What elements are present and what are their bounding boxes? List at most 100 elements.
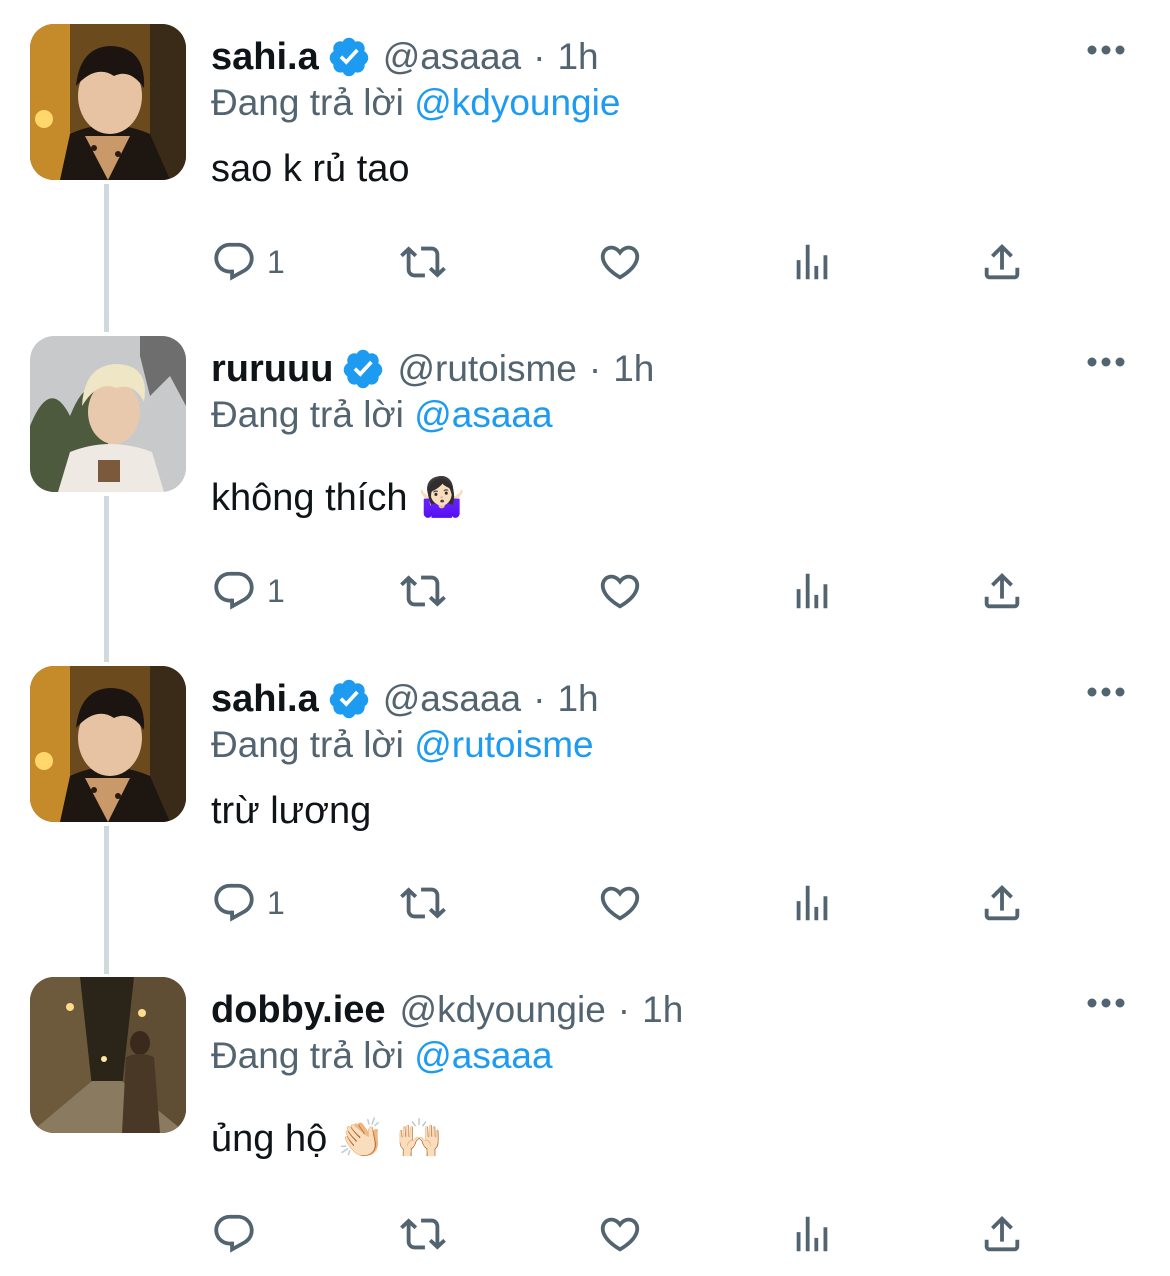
share-icon xyxy=(984,243,1020,280)
share-button[interactable] xyxy=(979,237,1025,287)
replying-to-label: Đang trả lời xyxy=(211,82,404,123)
action-bar: 1 xyxy=(211,878,1051,928)
timestamp[interactable]: 1h xyxy=(613,348,654,390)
views-button[interactable] xyxy=(789,1209,835,1259)
tweet-header: sahi.a @asaaa · 1h xyxy=(211,674,599,724)
verified-badge-icon xyxy=(327,35,371,79)
mention-link[interactable]: @asaaa xyxy=(414,1035,552,1076)
verified-badge-icon xyxy=(327,677,371,721)
heart-icon xyxy=(600,1217,640,1252)
heart-icon xyxy=(600,574,640,609)
share-button[interactable] xyxy=(979,1209,1025,1259)
views-button[interactable] xyxy=(789,237,835,287)
avatar[interactable] xyxy=(30,24,186,180)
share-icon xyxy=(984,1215,1020,1252)
tweet-text: không thích 🤷🏻‍♀️ xyxy=(211,477,466,519)
reply-icon xyxy=(214,242,254,281)
reply-button[interactable] xyxy=(211,1209,267,1259)
separator-dot: · xyxy=(533,678,546,719)
reply-button[interactable]: 1 xyxy=(211,878,285,928)
thread-line-3 xyxy=(104,826,109,974)
analytics-icon xyxy=(796,244,828,280)
thread-line-1 xyxy=(104,184,109,332)
reply-button[interactable]: 1 xyxy=(211,566,285,616)
heart-icon xyxy=(600,245,640,280)
retweet-button[interactable] xyxy=(400,237,446,287)
like-button[interactable] xyxy=(597,878,643,928)
analytics-icon xyxy=(796,573,828,609)
reply-count: 1 xyxy=(267,243,285,280)
more-icon[interactable] xyxy=(1086,42,1126,58)
tweet-text: ủng hộ 👏🏻 🙌🏻 xyxy=(211,1118,443,1160)
retweet-button[interactable] xyxy=(400,566,446,616)
replying-to: Đang trả lời @rutoisme xyxy=(211,724,594,766)
retweet-button[interactable] xyxy=(400,1209,446,1259)
handle[interactable]: @rutoisme xyxy=(397,348,576,390)
reply-icon xyxy=(214,883,254,922)
avatar[interactable] xyxy=(30,977,186,1133)
avatar[interactable] xyxy=(30,336,186,492)
thread-line-2 xyxy=(104,496,109,662)
mention-link[interactable]: @rutoisme xyxy=(414,724,593,765)
reply-icon xyxy=(214,1214,254,1253)
reply-button[interactable]: 1 xyxy=(211,237,285,287)
analytics-icon xyxy=(796,1216,828,1252)
mention-link[interactable]: @asaaa xyxy=(414,394,552,435)
verified-badge-icon xyxy=(341,347,385,391)
more-icon[interactable] xyxy=(1086,684,1126,700)
timestamp[interactable]: 1h xyxy=(557,678,598,720)
avatar-photo-boy-leopard-shirt xyxy=(30,666,186,822)
action-bar xyxy=(211,1209,1051,1259)
reply-icon xyxy=(214,571,254,610)
views-button[interactable] xyxy=(789,878,835,928)
display-name[interactable]: dobby.iee xyxy=(211,989,386,1032)
display-name[interactable]: ruruuu xyxy=(211,348,333,391)
action-bar: 1 xyxy=(211,237,1051,287)
like-button[interactable] xyxy=(597,1209,643,1259)
replying-to-label: Đang trả lời xyxy=(211,1035,404,1076)
tweet-text: sao k rủ tao xyxy=(211,148,410,190)
separator-dot: · xyxy=(588,348,602,389)
avatar-photo-boy-leopard-shirt xyxy=(30,24,186,180)
tweet-header: sahi.a @asaaa · 1h xyxy=(211,32,599,82)
separator-dot: · xyxy=(617,989,631,1030)
avatar-photo-blonde-white-shirt xyxy=(30,336,186,492)
replying-to: Đang trả lời @asaaa xyxy=(211,394,553,436)
retweet-icon xyxy=(400,887,446,919)
retweet-button[interactable] xyxy=(400,878,446,928)
heart-icon xyxy=(600,886,640,921)
views-button[interactable] xyxy=(789,566,835,616)
retweet-icon xyxy=(400,1218,446,1250)
tweet-header: ruruuu @rutoisme · 1h xyxy=(211,344,654,394)
display-name[interactable]: sahi.a xyxy=(211,36,319,79)
handle[interactable]: @kdyoungie xyxy=(400,989,606,1031)
retweet-icon xyxy=(400,575,446,607)
avatar[interactable] xyxy=(30,666,186,822)
reply-count: 1 xyxy=(267,884,285,921)
more-icon[interactable] xyxy=(1086,354,1126,370)
like-button[interactable] xyxy=(597,566,643,616)
retweet-icon xyxy=(400,246,446,278)
handle[interactable]: @asaaa xyxy=(383,678,521,720)
handle[interactable]: @asaaa xyxy=(383,36,521,78)
share-icon xyxy=(984,572,1020,609)
like-button[interactable] xyxy=(597,237,643,287)
replying-to: Đang trả lời @kdyoungie xyxy=(211,82,620,124)
timestamp[interactable]: 1h xyxy=(642,989,683,1031)
mention-link[interactable]: @kdyoungie xyxy=(414,82,620,123)
tweet-header: dobby.iee @kdyoungie · 1h xyxy=(211,985,683,1035)
display-name[interactable]: sahi.a xyxy=(211,678,319,721)
share-button[interactable] xyxy=(979,878,1025,928)
replying-to-label: Đang trả lời xyxy=(211,724,404,765)
tweet-text: trừ lương xyxy=(211,790,372,832)
separator-dot: · xyxy=(533,36,546,77)
share-icon xyxy=(984,884,1020,921)
action-bar: 1 xyxy=(211,566,1051,616)
more-icon[interactable] xyxy=(1086,995,1126,1011)
replying-to-label: Đang trả lời xyxy=(211,394,404,435)
replying-to: Đang trả lời @asaaa xyxy=(211,1035,553,1077)
analytics-icon xyxy=(796,885,828,921)
avatar-photo-night-street xyxy=(30,977,186,1133)
timestamp[interactable]: 1h xyxy=(557,36,598,78)
share-button[interactable] xyxy=(979,566,1025,616)
